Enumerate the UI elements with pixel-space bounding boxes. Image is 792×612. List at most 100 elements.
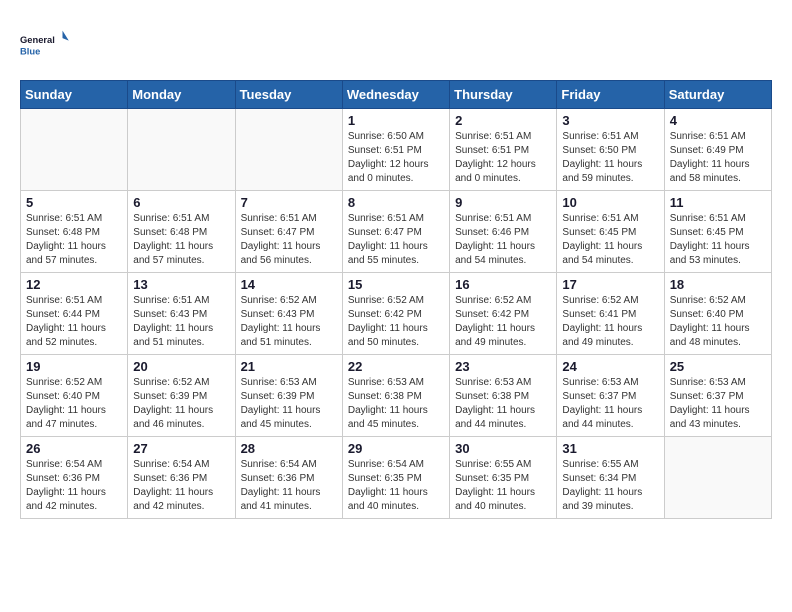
- day-info: Sunrise: 6:51 AMSunset: 6:51 PMDaylight:…: [455, 130, 551, 186]
- day-number: 5: [26, 195, 122, 210]
- day-info: Sunrise: 6:51 AMSunset: 6:44 PMDaylight:…: [26, 294, 122, 350]
- calendar-week-4: 19 Sunrise: 6:52 AMSunset: 6:40 PMDayligh…: [21, 355, 772, 437]
- day-number: 12: [26, 277, 122, 292]
- calendar-cell: 7Sunrise: 6:51 AMSunset: 6:47 PMDaylight…: [235, 191, 342, 273]
- day-number: 18: [670, 277, 766, 292]
- calendar-table: SundayMondayTuesdayWednesdayThursdayFrid…: [20, 80, 772, 519]
- calendar-cell: 22 Sunrise: 6:53 AMSunset: 6:38 PMDayligh…: [342, 355, 449, 437]
- calendar-cell: [21, 109, 128, 191]
- day-number: 25: [670, 359, 766, 374]
- day-number: 27: [133, 441, 229, 456]
- day-number: 19: [26, 359, 122, 374]
- day-number: 23: [455, 359, 551, 374]
- day-info: Sunrise: 6:50 AMSunset: 6:51 PMDaylight:…: [348, 130, 444, 186]
- day-number: 11: [670, 195, 766, 210]
- page-header: General Blue: [20, 20, 772, 70]
- calendar-cell: 17 Sunrise: 6:52 AMSunset: 6:41 PMDayligh…: [557, 273, 664, 355]
- weekday-header-tuesday: Tuesday: [235, 81, 342, 109]
- day-info: Sunrise: 6:51 AMSunset: 6:49 PMDaylight:…: [670, 130, 766, 186]
- day-info: Sunrise: 6:53 AMSunset: 6:38 PMDaylight:…: [348, 376, 444, 432]
- day-info: Sunrise: 6:52 AMSunset: 6:40 PMDaylight:…: [670, 294, 766, 350]
- day-info: Sunrise: 6:51 AMSunset: 6:50 PMDaylight:…: [562, 130, 658, 186]
- calendar-cell: 13 Sunrise: 6:51 AMSunset: 6:43 PMDayligh…: [128, 273, 235, 355]
- logo: General Blue: [20, 20, 70, 70]
- calendar-cell: 28 Sunrise: 6:54 AMSunset: 6:36 PMDayligh…: [235, 437, 342, 519]
- calendar-cell: 20 Sunrise: 6:52 AMSunset: 6:39 PMDayligh…: [128, 355, 235, 437]
- day-info: Sunrise: 6:51 AMSunset: 6:46 PMDaylight:…: [455, 212, 551, 268]
- day-info: Sunrise: 6:52 AMSunset: 6:41 PMDaylight:…: [562, 294, 658, 350]
- day-info: Sunrise: 6:52 AMSunset: 6:42 PMDaylight:…: [348, 294, 444, 350]
- day-info: Sunrise: 6:54 AMSunset: 6:35 PMDaylight:…: [348, 458, 444, 514]
- day-info: Sunrise: 6:55 AMSunset: 6:35 PMDaylight:…: [455, 458, 551, 514]
- day-number: 14: [241, 277, 337, 292]
- weekday-header-thursday: Thursday: [450, 81, 557, 109]
- day-number: 17: [562, 277, 658, 292]
- day-number: 3: [562, 113, 658, 128]
- calendar-cell: 4 Sunrise: 6:51 AMSunset: 6:49 PMDaylight…: [664, 109, 771, 191]
- day-info: Sunrise: 6:53 AMSunset: 6:37 PMDaylight:…: [670, 376, 766, 432]
- day-number: 22: [348, 359, 444, 374]
- calendar-cell: 12 Sunrise: 6:51 AMSunset: 6:44 PMDayligh…: [21, 273, 128, 355]
- calendar-cell: 14 Sunrise: 6:52 AMSunset: 6:43 PMDayligh…: [235, 273, 342, 355]
- day-info: Sunrise: 6:55 AMSunset: 6:34 PMDaylight:…: [562, 458, 658, 514]
- day-info: Sunrise: 6:51 AMSunset: 6:47 PMDaylight:…: [348, 212, 444, 268]
- calendar-cell: 11 Sunrise: 6:51 AMSunset: 6:45 PMDayligh…: [664, 191, 771, 273]
- calendar-cell: 23 Sunrise: 6:53 AMSunset: 6:38 PMDayligh…: [450, 355, 557, 437]
- calendar-cell: 30 Sunrise: 6:55 AMSunset: 6:35 PMDayligh…: [450, 437, 557, 519]
- day-info: Sunrise: 6:54 AMSunset: 6:36 PMDaylight:…: [26, 458, 122, 514]
- day-info: Sunrise: 6:51 AMSunset: 6:48 PMDaylight:…: [133, 212, 229, 268]
- day-number: 16: [455, 277, 551, 292]
- day-number: 10: [562, 195, 658, 210]
- calendar-cell: 18 Sunrise: 6:52 AMSunset: 6:40 PMDayligh…: [664, 273, 771, 355]
- calendar-week-2: 5 Sunrise: 6:51 AMSunset: 6:48 PMDaylight…: [21, 191, 772, 273]
- day-info: Sunrise: 6:53 AMSunset: 6:38 PMDaylight:…: [455, 376, 551, 432]
- day-number: 13: [133, 277, 229, 292]
- calendar-week-3: 12 Sunrise: 6:51 AMSunset: 6:44 PMDayligh…: [21, 273, 772, 355]
- day-info: Sunrise: 6:54 AMSunset: 6:36 PMDaylight:…: [241, 458, 337, 514]
- day-number: 24: [562, 359, 658, 374]
- day-number: 26: [26, 441, 122, 456]
- day-info: Sunrise: 6:52 AMSunset: 6:42 PMDaylight:…: [455, 294, 551, 350]
- day-number: 4: [670, 113, 766, 128]
- calendar-cell: 15 Sunrise: 6:52 AMSunset: 6:42 PMDayligh…: [342, 273, 449, 355]
- calendar-cell: 25 Sunrise: 6:53 AMSunset: 6:37 PMDayligh…: [664, 355, 771, 437]
- day-number: 1: [348, 113, 444, 128]
- calendar-cell: 26 Sunrise: 6:54 AMSunset: 6:36 PMDayligh…: [21, 437, 128, 519]
- day-info: Sunrise: 6:51 AMSunset: 6:47 PMDaylight:…: [241, 212, 337, 268]
- weekday-header-sunday: Sunday: [21, 81, 128, 109]
- day-info: Sunrise: 6:52 AMSunset: 6:43 PMDaylight:…: [241, 294, 337, 350]
- calendar-cell: 1 Sunrise: 6:50 AMSunset: 6:51 PMDaylight…: [342, 109, 449, 191]
- calendar-cell: 3 Sunrise: 6:51 AMSunset: 6:50 PMDaylight…: [557, 109, 664, 191]
- weekday-header-wednesday: Wednesday: [342, 81, 449, 109]
- day-number: 21: [241, 359, 337, 374]
- day-info: Sunrise: 6:51 AMSunset: 6:45 PMDaylight:…: [670, 212, 766, 268]
- day-info: Sunrise: 6:52 AMSunset: 6:40 PMDaylight:…: [26, 376, 122, 432]
- calendar-cell: 2 Sunrise: 6:51 AMSunset: 6:51 PMDaylight…: [450, 109, 557, 191]
- calendar-cell: 27Sunrise: 6:54 AMSunset: 6:36 PMDayligh…: [128, 437, 235, 519]
- day-number: 2: [455, 113, 551, 128]
- calendar-week-1: 1 Sunrise: 6:50 AMSunset: 6:51 PMDaylight…: [21, 109, 772, 191]
- svg-text:Blue: Blue: [20, 46, 40, 56]
- calendar-cell: 8Sunrise: 6:51 AMSunset: 6:47 PMDaylight…: [342, 191, 449, 273]
- svg-text:General: General: [20, 35, 55, 45]
- weekday-header-monday: Monday: [128, 81, 235, 109]
- calendar-cell: 5Sunrise: 6:51 AMSunset: 6:48 PMDaylight…: [21, 191, 128, 273]
- calendar-cell: 29Sunrise: 6:54 AMSunset: 6:35 PMDayligh…: [342, 437, 449, 519]
- logo-svg: General Blue: [20, 20, 70, 70]
- calendar-cell: [664, 437, 771, 519]
- calendar-cell: 10Sunrise: 6:51 AMSunset: 6:45 PMDayligh…: [557, 191, 664, 273]
- day-info: Sunrise: 6:51 AMSunset: 6:43 PMDaylight:…: [133, 294, 229, 350]
- day-number: 9: [455, 195, 551, 210]
- calendar-cell: 9 Sunrise: 6:51 AMSunset: 6:46 PMDaylight…: [450, 191, 557, 273]
- day-number: 28: [241, 441, 337, 456]
- day-number: 30: [455, 441, 551, 456]
- calendar-cell: 19 Sunrise: 6:52 AMSunset: 6:40 PMDayligh…: [21, 355, 128, 437]
- day-info: Sunrise: 6:52 AMSunset: 6:39 PMDaylight:…: [133, 376, 229, 432]
- day-number: 20: [133, 359, 229, 374]
- day-number: 31: [562, 441, 658, 456]
- weekday-header-friday: Friday: [557, 81, 664, 109]
- calendar-week-5: 26 Sunrise: 6:54 AMSunset: 6:36 PMDayligh…: [21, 437, 772, 519]
- day-number: 15: [348, 277, 444, 292]
- calendar-cell: [235, 109, 342, 191]
- calendar-cell: 21Sunrise: 6:53 AMSunset: 6:39 PMDayligh…: [235, 355, 342, 437]
